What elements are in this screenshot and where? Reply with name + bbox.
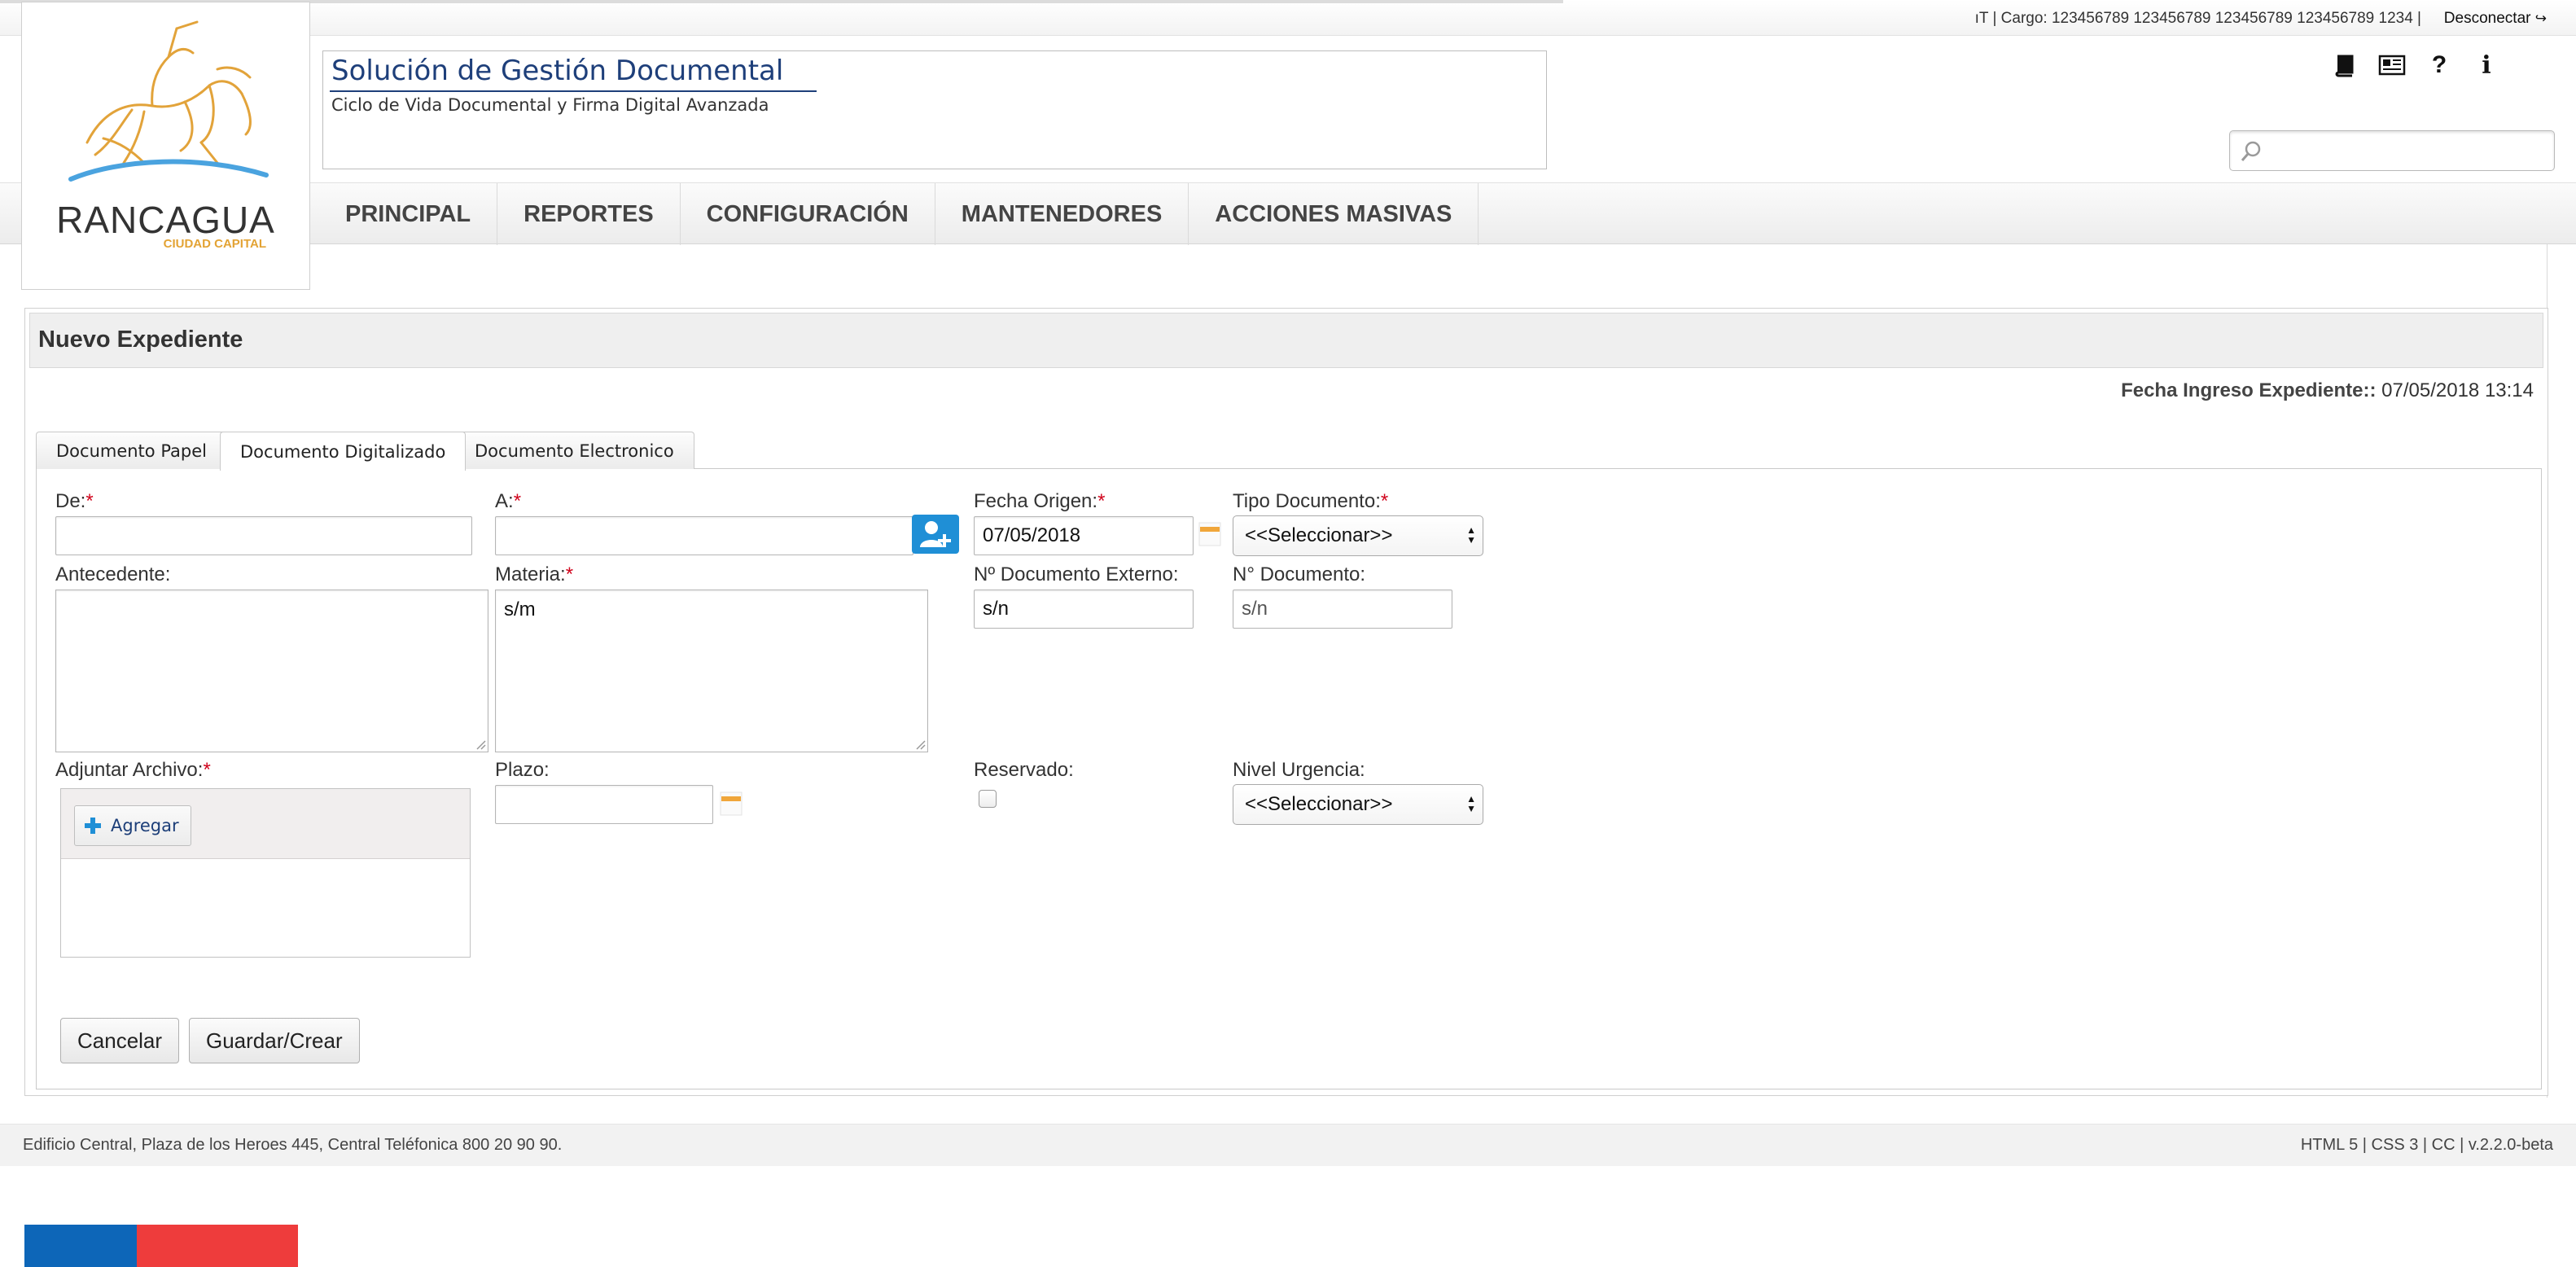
tipo-documento-value: <<Seleccionar>> <box>1245 524 1393 546</box>
tab-documento-digitalizado[interactable]: Documento Digitalizado <box>220 432 467 471</box>
book-icon[interactable] <box>2330 50 2359 80</box>
nav-item-mantenedores[interactable]: MANTENEDORES <box>935 183 1189 245</box>
antecedente-label: Antecedente: <box>55 563 171 585</box>
nav-item-acciones-masivas[interactable]: ACCIONES MASIVAS <box>1189 183 1479 245</box>
flag-stripe-red <box>137 1225 298 1267</box>
app-header-box: Solución de Gestión Documental Ciclo de … <box>322 50 1547 169</box>
adjuntar-archivo-label: Adjuntar Archivo:* <box>55 759 211 781</box>
fecha-ingreso-label: Fecha Ingreso Expediente:: <box>2121 379 2377 401</box>
plazo-field[interactable] <box>495 785 713 824</box>
app-title: Solución de Gestión Documental <box>331 55 784 87</box>
reservado-checkbox[interactable] <box>979 790 997 808</box>
resize-handle-icon[interactable] <box>473 737 486 750</box>
reservado-label: Reservado: <box>974 759 1074 781</box>
fecha-ingreso-value: 07/05/2018 13:14 <box>2381 379 2534 401</box>
file-upload-area[interactable]: Agregar <box>60 788 471 958</box>
a-label: A:* <box>495 490 522 512</box>
de-label: De:* <box>55 490 94 512</box>
page-title: Nuevo Expediente <box>38 327 243 353</box>
title-underline <box>330 90 817 92</box>
de-field[interactable] <box>55 516 472 555</box>
a-field[interactable] <box>495 516 913 555</box>
calendar-icon[interactable] <box>720 791 743 816</box>
nav-item-configuracion[interactable]: CONFIGURACIÓN <box>681 183 935 245</box>
panel-header: Nuevo Expediente <box>29 313 2543 368</box>
nav-item-reportes[interactable]: REPORTES <box>497 183 681 245</box>
add-file-button[interactable]: Agregar <box>74 805 191 846</box>
plus-icon <box>85 818 101 834</box>
user-top-bar: ıT | Cargo: 123456789 123456789 12345678… <box>0 0 2576 36</box>
fecha-origen-field[interactable] <box>974 516 1194 555</box>
nivel-urgencia-select[interactable]: <<Seleccionar>> ▲ ▼ <box>1233 784 1483 825</box>
add-recipient-button[interactable] <box>912 515 959 554</box>
search-input[interactable] <box>2266 138 2543 164</box>
n-documento-externo-field[interactable] <box>974 590 1194 629</box>
select-arrows-icon: ▲ ▼ <box>1466 793 1476 814</box>
tab-documento-electronico[interactable]: Documento Electronico <box>454 432 694 469</box>
nav-item-principal[interactable]: PRINCIPAL <box>319 183 498 245</box>
user-cargo-info: ıT | Cargo: 123456789 123456789 12345678… <box>1974 10 2421 27</box>
logout-icon[interactable]: ↪ <box>2535 11 2547 26</box>
tab-documento-papel[interactable]: Documento Papel <box>36 432 227 469</box>
file-upload-toolbar: Agregar <box>61 789 470 859</box>
horse-rider-logo-icon <box>68 20 269 182</box>
fecha-origen-label: Fecha Origen:* <box>974 490 1106 512</box>
newspaper-icon[interactable] <box>2377 50 2407 80</box>
search-box[interactable] <box>2229 130 2555 171</box>
n-documento-externo-label: Nº Documento Externo: <box>974 563 1179 585</box>
disconnect-label[interactable]: Desconectar <box>2444 10 2531 27</box>
nivel-urgencia-value: <<Seleccionar>> <box>1245 793 1393 815</box>
help-icon[interactable]: ? <box>2425 50 2454 80</box>
nivel-urgencia-label: Nivel Urgencia: <box>1233 759 1365 781</box>
cancel-button[interactable]: Cancelar <box>60 1018 180 1063</box>
nav-items: PRINCIPAL REPORTES CONFIGURACIÓN MANTENE… <box>319 183 1479 245</box>
n-documento-field[interactable] <box>1233 590 1452 629</box>
materia-label: Materia:* <box>495 563 574 585</box>
page-footer: Edificio Central, Plaza de los Heroes 44… <box>0 1124 2576 1166</box>
add-user-icon <box>920 521 951 547</box>
add-file-label: Agregar <box>111 816 179 835</box>
antecedente-textarea[interactable] <box>55 590 488 752</box>
flag-stripe-blue <box>24 1225 137 1267</box>
resize-handle-icon[interactable] <box>913 737 926 750</box>
n-documento-label: N° Documento: <box>1233 563 1365 585</box>
municipality-logo[interactable]: RANCAGUA CIUDAD CAPITAL <box>21 2 310 290</box>
materia-textarea[interactable]: s/m <box>495 590 928 752</box>
app-subtitle: Ciclo de Vida Documental y Firma Digital… <box>331 95 769 115</box>
fecha-ingreso: Fecha Ingreso Expediente:: 07/05/2018 13… <box>2121 379 2534 402</box>
header-icon-group: ? i <box>2330 50 2501 80</box>
plazo-label: Plazo: <box>495 759 550 781</box>
select-arrows-icon: ▲ ▼ <box>1466 524 1476 546</box>
footer-version: HTML 5 | CSS 3 | CC | v.2.2.0-beta <box>2300 1136 2553 1154</box>
calendar-icon[interactable] <box>1198 522 1221 546</box>
info-icon[interactable]: i <box>2472 50 2501 80</box>
tipo-documento-select[interactable]: <<Seleccionar>> ▲ ▼ <box>1233 515 1483 556</box>
search-icon <box>2241 141 2261 161</box>
tipo-documento-label: Tipo Documento:* <box>1233 490 1389 512</box>
logo-city-subtitle: CIUDAD CAPITAL <box>163 237 266 251</box>
disconnect-link[interactable]: Desconectar ↪ <box>2444 10 2547 28</box>
footer-address: Edificio Central, Plaza de los Heroes 44… <box>23 1136 563 1154</box>
main-nav: PRINCIPAL REPORTES CONFIGURACIÓN MANTENE… <box>0 182 2576 245</box>
save-create-button[interactable]: Guardar/Crear <box>189 1018 360 1063</box>
logo-city-name: RANCAGUA <box>56 199 275 241</box>
